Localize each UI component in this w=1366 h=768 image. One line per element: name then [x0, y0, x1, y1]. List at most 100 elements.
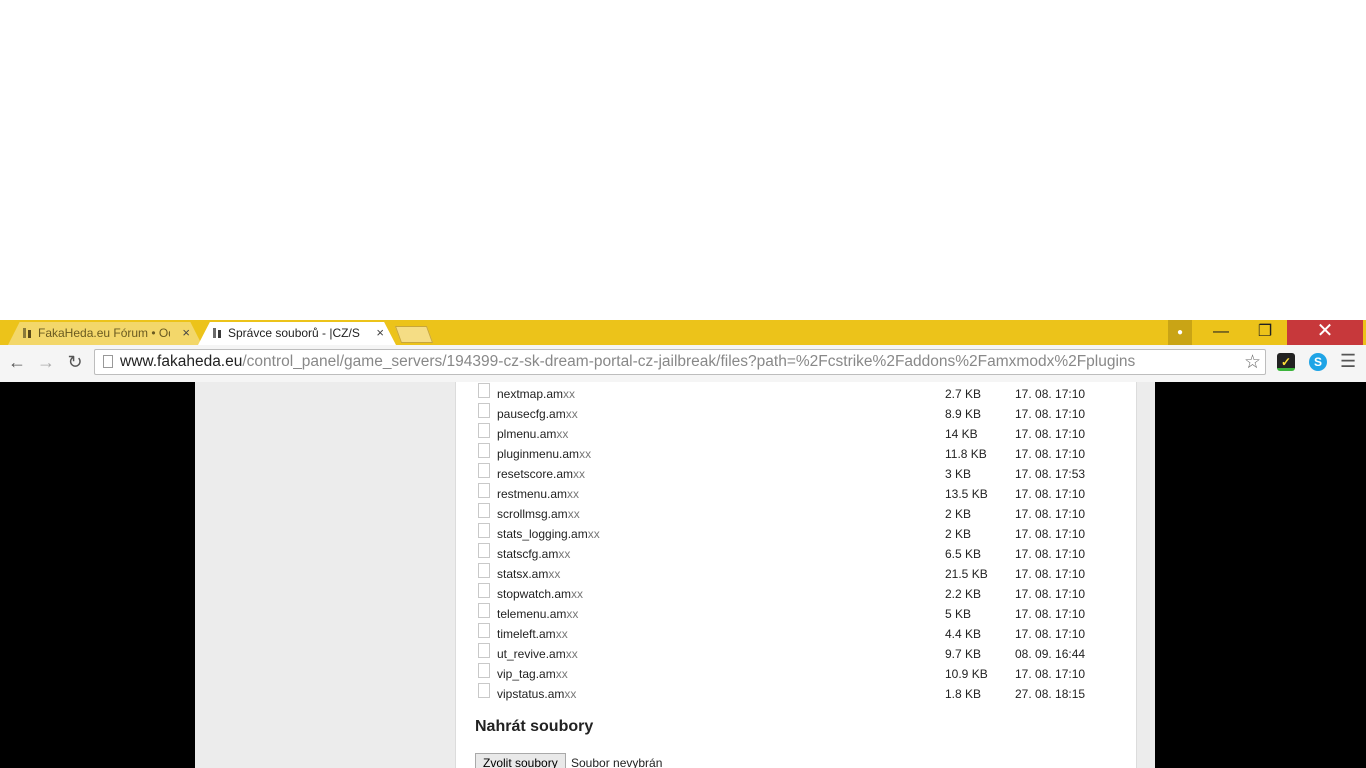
file-name[interactable]: stats_logging.amxx — [497, 527, 600, 541]
file-name-ext: xx — [556, 427, 569, 441]
file-name-base: pluginmenu.am — [497, 447, 580, 461]
file-icon — [478, 623, 490, 638]
file-date: 17. 08. 17:10 — [1015, 407, 1086, 421]
file-row[interactable]: vip_tag.amxx 10.9 KB 17. 08. 17:10 — [456, 662, 1136, 682]
file-icon — [478, 583, 490, 598]
file-name-base: statsx.am — [497, 567, 549, 581]
upload-heading: Nahrát soubory — [475, 718, 594, 735]
file-name[interactable]: pausecfg.amxx — [497, 407, 578, 421]
file-name[interactable]: telemenu.amxx — [497, 607, 578, 621]
file-row[interactable]: statsx.amxx 21.5 KB 17. 08. 17:10 — [456, 562, 1136, 582]
reload-icon[interactable]: ↻ — [64, 351, 86, 373]
url-text: www.fakaheda.eu/control_panel/game_serve… — [120, 353, 1135, 371]
tab-close-icon[interactable]: × — [376, 322, 384, 344]
extension-check-icon[interactable]: ✓ — [1277, 353, 1295, 371]
address-bar[interactable]: www.fakaheda.eu/control_panel/game_serve… — [94, 349, 1266, 375]
file-name-base: telemenu.am — [497, 607, 567, 621]
file-name[interactable]: statsx.amxx — [497, 567, 560, 581]
file-row[interactable]: pluginmenu.amxx 11.8 KB 17. 08. 17:10 — [456, 442, 1136, 462]
site-favicon-icon — [213, 328, 221, 338]
file-row[interactable]: scrollmsg.amxx 2 KB 17. 08. 17:10 — [456, 502, 1136, 522]
file-name[interactable]: timeleft.amxx — [497, 627, 568, 641]
tab-forum[interactable]: FakaHeda.eu Fórum • Ode × — [8, 322, 202, 345]
file-date: 17. 08. 17:10 — [1015, 667, 1086, 681]
file-icon — [478, 643, 490, 658]
url-host: www.fakaheda.eu — [120, 353, 243, 370]
file-row[interactable]: timeleft.amxx 4.4 KB 17. 08. 17:10 — [456, 622, 1136, 642]
file-date: 17. 08. 17:10 — [1015, 487, 1086, 501]
file-row[interactable]: statscfg.amxx 6.5 KB 17. 08. 17:10 — [456, 542, 1136, 562]
file-row[interactable]: plmenu.amxx 14 KB 17. 08. 17:10 — [456, 422, 1136, 442]
file-name-base: stopwatch.am — [497, 587, 572, 601]
file-name[interactable]: vipstatus.amxx — [497, 687, 576, 701]
file-icon — [478, 383, 490, 398]
file-name-base: nextmap.am — [497, 387, 564, 401]
profile-icon[interactable]: ● — [1168, 320, 1192, 345]
page-wrapper: nextmap.amxx 2.7 KB 17. 08. 17:10 pausecfg.… — [195, 382, 1155, 768]
file-icon — [478, 423, 490, 438]
star-icon[interactable]: ☆ — [1244, 351, 1261, 374]
file-date: 17. 08. 17:10 — [1015, 587, 1086, 601]
file-name[interactable]: plmenu.amxx — [497, 427, 568, 441]
file-name-ext: xx — [563, 387, 576, 401]
file-row[interactable]: vipstatus.amxx 1.8 KB 27. 08. 18:15 — [456, 682, 1136, 702]
file-name-base: scrollmsg.am — [497, 507, 568, 521]
file-row[interactable]: telemenu.amxx 5 KB 17. 08. 17:10 — [456, 602, 1136, 622]
file-row[interactable]: restmenu.amxx 13.5 KB 17. 08. 17:10 — [456, 482, 1136, 502]
forward-icon[interactable]: → — [35, 351, 57, 373]
close-window-button[interactable]: ✕ — [1287, 320, 1363, 345]
file-name-base: ut_revive.am — [497, 647, 566, 661]
file-name[interactable]: nextmap.amxx — [497, 387, 575, 401]
file-date: 17. 08. 17:10 — [1015, 547, 1086, 561]
tab-strip: FakaHeda.eu Fórum • Ode × Správce soubor… — [0, 320, 1366, 345]
tab-title: FakaHeda.eu Fórum • Ode — [38, 326, 170, 340]
back-icon[interactable]: ← — [6, 351, 28, 373]
page-icon — [103, 355, 113, 368]
file-icon — [478, 443, 490, 458]
file-date: 17. 08. 17:10 — [1015, 507, 1086, 521]
file-size: 11.8 KB — [945, 447, 987, 461]
file-name[interactable]: pluginmenu.amxx — [497, 447, 591, 461]
choose-files-button[interactable]: Zvolit soubory — [475, 753, 566, 768]
file-name-base: resetscore.am — [497, 467, 574, 481]
file-name-ext: xx — [558, 547, 571, 561]
hamburger-menu-icon[interactable]: ☰ — [1340, 351, 1356, 372]
tab-close-icon[interactable]: × — [182, 322, 190, 344]
file-name-ext: xx — [555, 627, 568, 641]
file-icon — [478, 483, 490, 498]
file-name-base: statscfg.am — [497, 547, 559, 561]
file-name[interactable]: statscfg.amxx — [497, 547, 570, 561]
file-date: 17. 08. 17:10 — [1015, 627, 1086, 641]
file-size: 10.9 KB — [945, 667, 988, 681]
file-name[interactable]: resetscore.amxx — [497, 467, 585, 481]
file-date: 17. 08. 17:10 — [1015, 567, 1086, 581]
tab-file-manager[interactable]: Správce souborů - |CZ/SK| × — [198, 322, 396, 345]
file-size: 2 KB — [945, 507, 972, 521]
file-icon — [478, 663, 490, 678]
maximize-button[interactable]: ❐ — [1242, 320, 1288, 345]
file-name[interactable]: scrollmsg.amxx — [497, 507, 580, 521]
file-row[interactable]: pausecfg.amxx 8.9 KB 17. 08. 17:10 — [456, 402, 1136, 422]
minimize-button[interactable]: — — [1198, 320, 1244, 345]
file-date: 17. 08. 17:10 — [1015, 447, 1086, 461]
file-row[interactable]: nextmap.amxx 2.7 KB 17. 08. 17:10 — [456, 382, 1136, 402]
new-tab-button[interactable] — [394, 326, 434, 343]
file-name[interactable]: restmenu.amxx — [497, 487, 579, 501]
file-size: 5 KB — [945, 607, 972, 621]
file-row[interactable]: resetscore.amxx 3 KB 17. 08. 17:53 — [456, 462, 1136, 482]
file-name[interactable]: ut_revive.amxx — [497, 647, 578, 661]
file-name-base: stats_logging.am — [497, 527, 588, 541]
file-row[interactable]: stopwatch.amxx 2.2 KB 17. 08. 17:10 — [456, 582, 1136, 602]
file-size: 3 KB — [945, 467, 972, 481]
file-row[interactable]: ut_revive.amxx 9.7 KB 08. 09. 16:44 — [456, 642, 1136, 662]
file-name-ext: xx — [571, 587, 584, 601]
file-name[interactable]: stopwatch.amxx — [497, 587, 583, 601]
skype-icon[interactable]: S — [1309, 353, 1327, 371]
file-icon — [478, 463, 490, 478]
file-icon — [478, 403, 490, 418]
file-icon — [478, 543, 490, 558]
file-name[interactable]: vip_tag.amxx — [497, 667, 568, 681]
file-size: 21.5 KB — [945, 567, 988, 581]
file-row[interactable]: stats_logging.amxx 2 KB 17. 08. 17:10 — [456, 522, 1136, 542]
file-name-base: restmenu.am — [497, 487, 568, 501]
